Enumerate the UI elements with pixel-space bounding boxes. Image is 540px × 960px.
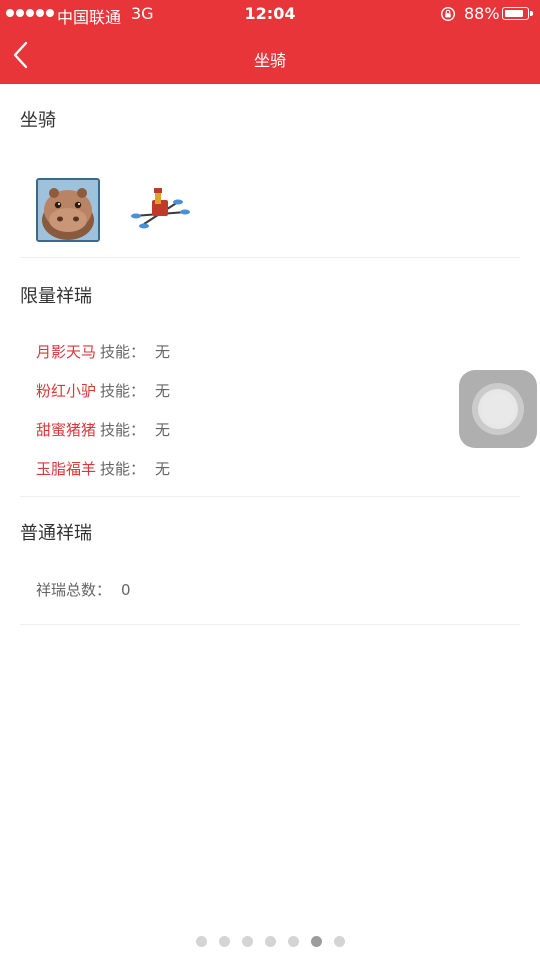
skill-label: 技能： [100,382,146,400]
page-dot[interactable] [241,936,253,947]
divider [20,257,520,258]
skill-value: 无 [155,343,171,361]
limited-item: 月影天马 技能： 无 [36,341,170,362]
limited-section-title: 限量祥瑞 [20,286,92,307]
page-title: 坐骑 [253,51,286,70]
drone-mount-icon [131,188,190,229]
skill-value: 无 [155,421,171,439]
total-count-row: 祥瑞总数： 0 [36,579,131,600]
hippo-mount-icon [38,180,98,240]
page-dot[interactable] [287,936,299,947]
limited-item: 玉脂福羊 技能： 无 [36,458,170,479]
limited-item-name: 甜蜜猪猪 [36,421,97,439]
status-bar: 中国联通 3G 12:04 88% [0,0,540,28]
limited-item: 甜蜜猪猪 技能： 无 [36,419,170,440]
limited-item-name: 月影天马 [36,343,97,361]
assistive-touch-button[interactable] [459,370,537,448]
page-dot[interactable] [264,936,276,947]
page-indicator [0,936,540,947]
skill-value: 无 [155,460,171,478]
page-dot[interactable] [310,936,322,947]
skill-label: 技能： [100,421,146,439]
normal-section-title: 普通祥瑞 [20,523,92,544]
battery-percent: 88% [464,4,500,23]
battery-icon [502,7,529,20]
page-dot[interactable] [195,936,207,947]
app-header: 中国联通 3G 12:04 88% 坐骑 [0,0,540,84]
limited-item: 粉红小驴 技能： 无 [36,380,170,401]
page-dot[interactable] [333,936,345,947]
mounts-section-title: 坐骑 [20,110,56,131]
skill-label: 技能： [100,343,146,361]
limited-item-name: 玉脂福羊 [36,460,97,478]
mount-thumb-hippo[interactable] [36,178,100,242]
total-count-label: 祥瑞总数： [36,581,112,599]
battery-tip [530,11,533,16]
page-dot[interactable] [218,936,230,947]
rotation-lock-icon [440,6,456,22]
divider [20,624,520,625]
skill-label: 技能： [100,460,146,478]
skill-value: 无 [155,382,171,400]
divider [20,496,520,497]
limited-item-name: 粉红小驴 [36,382,97,400]
mount-thumb-drone[interactable] [128,178,192,242]
status-time: 12:04 [244,4,296,23]
total-count-value: 0 [121,581,131,599]
